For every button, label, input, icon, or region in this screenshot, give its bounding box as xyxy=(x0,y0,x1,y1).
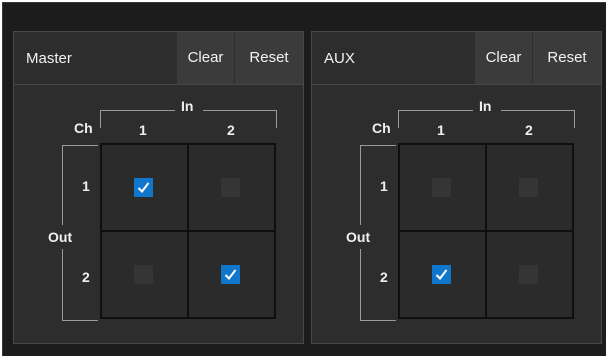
reset-button[interactable]: Reset xyxy=(533,32,601,84)
out-bracket-line xyxy=(360,320,396,321)
route-cell xyxy=(487,145,572,230)
reset-button[interactable]: Reset xyxy=(235,32,303,84)
checkmark-icon xyxy=(224,269,237,281)
panel-title: Master xyxy=(26,50,72,67)
route-cell xyxy=(487,232,572,317)
routing-matrix: In Ch 1 2 Out 1 2 xyxy=(312,86,601,343)
route-checkbox[interactable] xyxy=(221,265,240,284)
routing-window: Master Clear Reset In Ch 1 2 Out 1 2 AUX… xyxy=(2,2,606,356)
in-bracket-line xyxy=(100,110,175,111)
out-channel-1: 1 xyxy=(82,178,90,194)
route-checkbox[interactable] xyxy=(519,178,538,197)
in-channel-2: 2 xyxy=(227,122,235,138)
out-label: Out xyxy=(48,229,73,245)
out-bracket-line xyxy=(62,145,63,225)
route-checkbox[interactable] xyxy=(134,265,153,284)
out-bracket-line xyxy=(360,249,361,321)
route-checkbox[interactable] xyxy=(134,178,153,197)
out-bracket-line xyxy=(360,145,361,225)
out-bracket-line xyxy=(62,145,98,146)
out-bracket-line xyxy=(62,249,63,321)
checkmark-icon xyxy=(435,269,448,281)
in-channel-2: 2 xyxy=(525,122,533,138)
in-bracket-line xyxy=(100,110,101,128)
routing-grid xyxy=(100,143,276,319)
in-bracket-line xyxy=(398,110,473,111)
out-bracket-line xyxy=(62,320,98,321)
panel-master: Master Clear Reset In Ch 1 2 Out 1 2 xyxy=(13,31,304,344)
panel-aux: AUX Clear Reset In Ch 1 2 Out 1 2 xyxy=(311,31,602,344)
ch-label: Ch xyxy=(372,120,391,136)
in-bracket-line xyxy=(574,110,575,128)
panel-header: AUX Clear Reset xyxy=(312,32,601,85)
out-channel-1: 1 xyxy=(380,178,388,194)
route-checkbox[interactable] xyxy=(221,178,240,197)
out-channel-2: 2 xyxy=(82,269,90,285)
route-cell xyxy=(102,145,187,230)
route-cell xyxy=(189,145,274,230)
routing-matrix: In Ch 1 2 Out 1 2 xyxy=(14,86,303,343)
panel-header: Master Clear Reset xyxy=(14,32,303,85)
route-cell xyxy=(400,145,485,230)
in-label: In xyxy=(479,98,492,114)
route-cell xyxy=(189,232,274,317)
in-label: In xyxy=(181,98,194,114)
out-bracket-line xyxy=(360,145,396,146)
ch-label: Ch xyxy=(74,120,93,136)
clear-button[interactable]: Clear xyxy=(177,32,234,84)
in-bracket-line xyxy=(398,110,399,128)
in-bracket-line xyxy=(203,110,277,111)
out-channel-2: 2 xyxy=(380,269,388,285)
clear-button[interactable]: Clear xyxy=(475,32,532,84)
in-bracket-line xyxy=(276,110,277,128)
in-channel-1: 1 xyxy=(437,122,445,138)
route-checkbox[interactable] xyxy=(519,265,538,284)
routing-grid xyxy=(398,143,574,319)
in-channel-1: 1 xyxy=(139,122,147,138)
route-cell xyxy=(400,232,485,317)
in-bracket-line xyxy=(501,110,575,111)
route-cell xyxy=(102,232,187,317)
checkmark-icon xyxy=(137,182,150,194)
out-label: Out xyxy=(346,229,371,245)
panel-title: AUX xyxy=(324,50,355,67)
route-checkbox[interactable] xyxy=(432,178,451,197)
route-checkbox[interactable] xyxy=(432,265,451,284)
